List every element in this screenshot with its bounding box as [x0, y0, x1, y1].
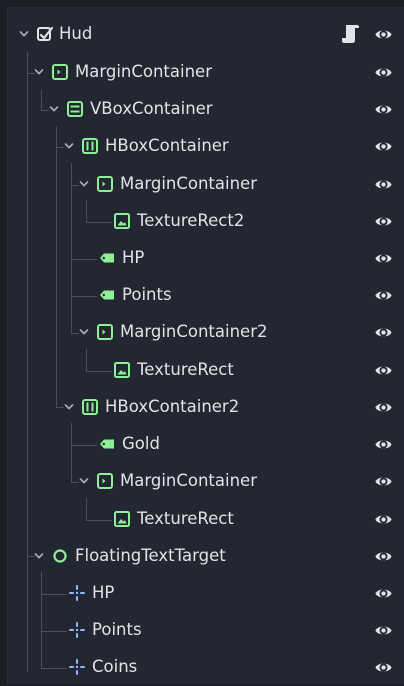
visibility-eye-icon[interactable] — [374, 472, 393, 491]
tree-node-vboxcontainer[interactable]: VBoxContainer — [7, 91, 404, 128]
chevron-down-icon[interactable] — [48, 103, 60, 115]
visibility-eye-icon[interactable] — [374, 63, 393, 82]
node-label: Hud — [59, 24, 93, 43]
visibility-eye-icon[interactable] — [374, 547, 393, 566]
marker2d-icon — [68, 584, 86, 602]
tree-node-hp-marker[interactable]: HP — [7, 575, 404, 612]
visibility-eye-icon[interactable] — [374, 584, 393, 603]
texture-rect-icon — [113, 510, 131, 528]
visibility-eye-icon[interactable] — [374, 25, 393, 44]
script-icon[interactable] — [341, 23, 361, 45]
marker2d-icon — [68, 658, 86, 676]
visibility-eye-icon[interactable] — [374, 398, 393, 417]
tree-node-hboxcontainer[interactable]: HBoxContainer — [7, 128, 404, 165]
marker2d-icon — [68, 621, 86, 639]
chevron-down-icon[interactable] — [63, 140, 75, 152]
margin-container-icon — [96, 175, 114, 193]
node-label: HP — [92, 583, 115, 602]
tree-node-hp-label[interactable]: HP — [7, 240, 404, 277]
chevron-down-icon[interactable] — [78, 475, 90, 487]
margin-container-icon — [96, 323, 114, 341]
visibility-eye-icon[interactable] — [374, 286, 393, 305]
tree-node-texturerect-gold[interactable]: TextureRect — [7, 501, 404, 538]
label-icon — [98, 286, 116, 304]
chevron-down-icon[interactable] — [63, 401, 75, 413]
node-label: Coins — [92, 657, 138, 676]
tree-node-margincontainer2[interactable]: MarginContainer2 — [7, 314, 404, 351]
node-label: TextureRect2 — [137, 211, 245, 230]
vbox-container-icon — [66, 100, 84, 118]
margin-container-icon — [96, 472, 114, 490]
node-label: TextureRect — [137, 509, 234, 528]
margin-container-icon — [51, 63, 69, 81]
node-label: Points — [122, 285, 172, 304]
chevron-down-icon[interactable] — [78, 178, 90, 190]
tree-node-gold-label[interactable]: Gold — [7, 426, 404, 463]
tree-node-points-label[interactable]: Points — [7, 277, 404, 314]
texture-rect-icon — [113, 361, 131, 379]
visibility-eye-icon[interactable] — [374, 323, 393, 342]
visibility-eye-icon[interactable] — [374, 510, 393, 529]
tree-node-texturerect[interactable]: TextureRect — [7, 352, 404, 389]
tree-node-margincontainer[interactable]: MarginContainer — [7, 54, 404, 91]
tree-node-texturerect2[interactable]: TextureRect2 — [7, 203, 404, 240]
node2d-icon — [51, 547, 69, 565]
tree-node-hboxcontainer2[interactable]: HBoxContainer2 — [7, 389, 404, 426]
visibility-eye-icon[interactable] — [374, 137, 393, 156]
tree-node-coins-marker[interactable]: Coins — [7, 649, 404, 686]
visibility-eye-icon[interactable] — [374, 361, 393, 380]
node-label: HBoxContainer2 — [105, 397, 240, 416]
control-node-icon — [36, 25, 54, 43]
label-icon — [98, 249, 116, 267]
visibility-eye-icon[interactable] — [374, 658, 393, 677]
node-label: HP — [122, 248, 145, 267]
visibility-eye-icon[interactable] — [374, 175, 393, 194]
tree-node-hud[interactable]: Hud — [7, 16, 404, 53]
chevron-down-icon[interactable] — [18, 28, 30, 40]
node-label: MarginContainer — [120, 174, 257, 193]
node-label: MarginContainer2 — [120, 322, 268, 341]
tree-node-margincontainer-inner[interactable]: MarginContainer — [7, 166, 404, 203]
tree-node-margincontainer-gold[interactable]: MarginContainer — [7, 463, 404, 500]
node-label: Points — [92, 620, 142, 639]
hbox-container-icon — [81, 398, 99, 416]
texture-rect-icon — [113, 212, 131, 230]
node-label: MarginContainer — [120, 471, 257, 490]
visibility-eye-icon[interactable] — [374, 100, 393, 119]
visibility-eye-icon[interactable] — [374, 435, 393, 454]
visibility-eye-icon[interactable] — [374, 249, 393, 268]
tree-node-points-marker[interactable]: Points — [7, 612, 404, 649]
node-label: FloatingTextTarget — [75, 546, 226, 565]
hbox-container-icon — [81, 137, 99, 155]
tree-node-floatingtexttarget[interactable]: FloatingTextTarget — [7, 538, 404, 575]
node-label: TextureRect — [137, 360, 234, 379]
chevron-down-icon[interactable] — [33, 550, 45, 562]
node-label: MarginContainer — [75, 62, 212, 81]
label-icon — [98, 435, 116, 453]
node-label: HBoxContainer — [105, 136, 229, 155]
chevron-down-icon[interactable] — [33, 66, 45, 78]
chevron-down-icon[interactable] — [78, 326, 90, 338]
visibility-eye-icon[interactable] — [374, 212, 393, 231]
node-label: VBoxContainer — [90, 99, 213, 118]
node-label: Gold — [122, 434, 160, 453]
visibility-eye-icon[interactable] — [374, 621, 393, 640]
